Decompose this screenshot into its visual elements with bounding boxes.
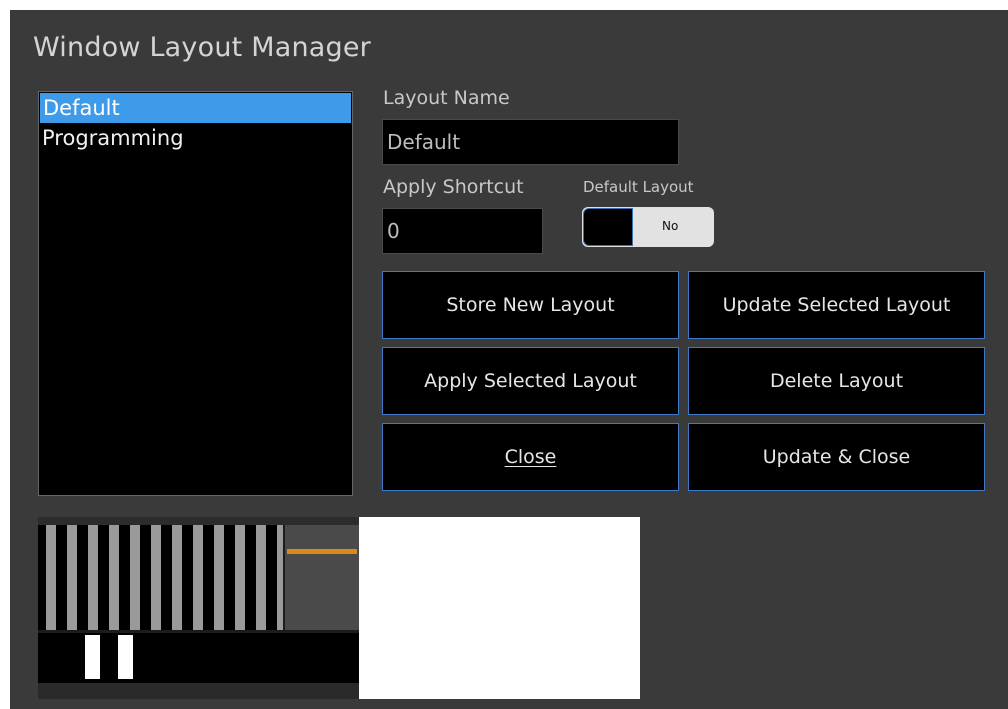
toggle-state-text: No — [662, 219, 679, 233]
apply-selected-layout-button[interactable]: Apply Selected Layout — [382, 347, 679, 415]
layout-name-label: Layout Name — [383, 87, 510, 109]
thumbnail-toolbar — [38, 517, 359, 525]
window-layout-manager-dialog: Window Layout Manager Default Programmin… — [10, 10, 1008, 709]
thumbnail-footer — [38, 683, 359, 699]
layout-list[interactable]: Default Programming — [38, 91, 353, 496]
layout-preview-thumbnail — [38, 517, 359, 699]
layout-preview — [38, 517, 640, 699]
layout-list-item-programming[interactable]: Programming — [39, 123, 352, 155]
default-layout-label: Default Layout — [583, 178, 694, 196]
dialog-title: Window Layout Manager — [33, 32, 371, 63]
close-button-label: Close — [504, 446, 557, 468]
layout-list-item-default[interactable]: Default — [40, 93, 351, 123]
thumbnail-side-header — [287, 549, 357, 554]
layout-name-input[interactable] — [382, 119, 679, 165]
thumbnail-side-panel — [285, 525, 359, 630]
update-selected-layout-button[interactable]: Update Selected Layout — [688, 271, 985, 339]
update-and-close-button[interactable]: Update & Close — [688, 423, 985, 491]
delete-layout-button[interactable]: Delete Layout — [688, 347, 985, 415]
thumbnail-block — [118, 635, 133, 679]
apply-shortcut-input[interactable] — [382, 208, 543, 254]
thumbnail-block — [85, 635, 100, 679]
thumbnail-grid — [38, 525, 283, 630]
close-button[interactable]: Close — [382, 423, 679, 491]
toggle-knob — [583, 208, 633, 246]
apply-shortcut-label: Apply Shortcut — [383, 176, 524, 198]
default-layout-toggle[interactable]: No — [582, 207, 714, 247]
store-new-layout-button[interactable]: Store New Layout — [382, 271, 679, 339]
